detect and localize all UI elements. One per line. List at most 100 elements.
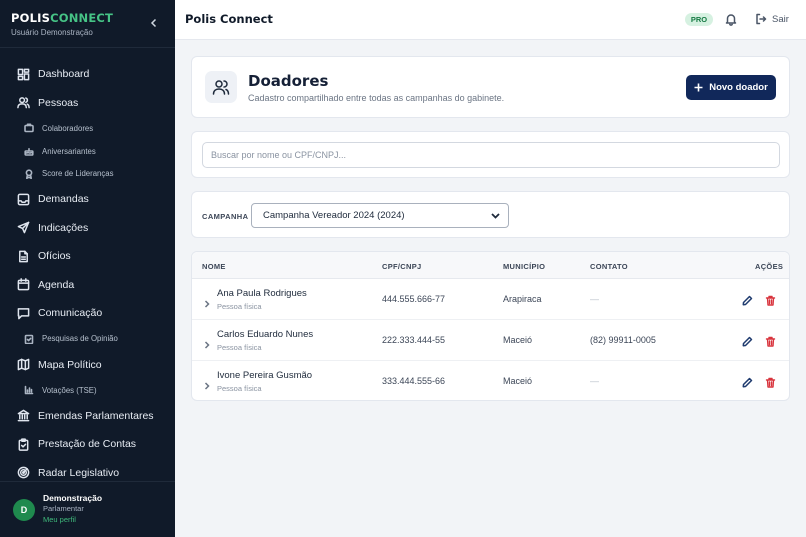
donor-contact: (82) 99911-0005	[590, 335, 656, 345]
award-icon	[24, 169, 34, 179]
donor-city: Maceió	[503, 376, 533, 386]
dashboard-icon	[16, 67, 30, 81]
column-header-doc[interactable]: CPF/CNPJ	[382, 262, 422, 271]
column-header-municipio[interactable]: MUNICÍPIO	[503, 262, 545, 271]
column-header-contato[interactable]: CONTATO	[590, 262, 628, 271]
cake-icon	[24, 146, 34, 156]
topbar: Polis Connect PRO Sair	[175, 0, 806, 40]
donor-doc: 333.444.555-66	[382, 376, 446, 386]
trash-icon[interactable]	[765, 334, 776, 352]
donor-doc: 222.333.444-55	[382, 335, 446, 345]
sidebar-item-mapa[interactable]: Mapa Político	[0, 350, 175, 379]
bell-icon[interactable]	[724, 12, 738, 26]
sidebar-item-indicacoes[interactable]: Indicações	[0, 214, 175, 243]
sidebar-item-dashboard[interactable]: Dashboard	[0, 60, 175, 89]
donor-city: Maceió	[503, 335, 533, 345]
file-icon	[16, 249, 30, 263]
logout-icon	[756, 13, 767, 25]
sidebar-item-pessoas[interactable]: Pessoas	[0, 89, 175, 118]
pencil-icon[interactable]	[742, 334, 753, 352]
sidebar-item-label: Comunicação	[38, 307, 103, 320]
user-role: Parlamentar	[43, 504, 84, 513]
sidebar-item-label: Score de Lideranças	[42, 169, 114, 179]
sidebar-item-label: Pesquisas de Opinião	[42, 334, 118, 344]
sidebar-item-label: Aniversariantes	[42, 146, 96, 156]
page-header-card: Doadores Cadastro compartilhado entre to…	[191, 56, 790, 118]
sidebar-subitem-pesquisas[interactable]: Pesquisas de Opinião	[0, 328, 175, 351]
sidebar-item-demandas[interactable]: Demandas	[0, 185, 175, 214]
sidebar-item-label: Ofícios	[38, 250, 71, 263]
sidebar-item-label: Radar Legislativo	[38, 466, 120, 479]
user-name: Demonstração	[43, 493, 103, 503]
sidebar-item-label: Prestação de Contas	[38, 438, 137, 451]
table-row[interactable]: Carlos Eduardo Nunes Pessoa física 222.3…	[192, 320, 789, 361]
sidebar-item-comunicacao[interactable]: Comunicação	[0, 299, 175, 328]
pencil-icon[interactable]	[742, 293, 753, 311]
campaign-selected-value: Campanha Vereador 2024 (2024)	[263, 210, 405, 221]
sidebar-subitem-colaboradores[interactable]: Colaboradores	[0, 117, 175, 140]
bank-icon	[16, 409, 30, 423]
donor-type: Pessoa física	[217, 384, 262, 393]
sidebar-item-label: Indicações	[38, 221, 89, 234]
table-row[interactable]: Ivone Pereira Gusmão Pessoa física 333.4…	[192, 361, 789, 402]
table-row[interactable]: Ana Paula Rodrigues Pessoa física 444.55…	[192, 279, 789, 320]
sidebar-item-agenda[interactable]: Agenda	[0, 271, 175, 300]
avatar[interactable]: D	[13, 499, 35, 521]
sidebar-item-label: Agenda	[38, 278, 75, 291]
brand-subtitle: Usuário Demonstração	[11, 28, 93, 37]
map-icon	[16, 358, 30, 372]
sidebar-subitem-aniversariantes[interactable]: Aniversariantes	[0, 140, 175, 163]
sidebar-nav: Dashboard Pessoas Colaboradores Aniversa…	[0, 48, 175, 487]
sidebar-subitem-score[interactable]: Score de Lideranças	[0, 162, 175, 185]
sidebar-item-label: Emendas Parlamentares	[38, 409, 154, 422]
send-icon	[16, 221, 30, 235]
chevron-right-icon[interactable]	[204, 377, 210, 395]
sidebar-item-label: Mapa Político	[38, 358, 102, 371]
sidebar-item-label: Dashboard	[38, 68, 90, 81]
column-header-nome[interactable]: NOME	[202, 262, 226, 271]
brand-header: POLISCONNECT Usuário Demonstração	[0, 0, 175, 48]
pencil-icon[interactable]	[742, 375, 753, 393]
campaign-filter-label: CAMPANHA	[202, 212, 249, 221]
clipboard-icon	[16, 437, 30, 451]
logout-label: Sair	[772, 13, 789, 25]
donor-type: Pessoa física	[217, 343, 262, 352]
user-panel: D Demonstração Parlamentar Meu perfil	[0, 481, 175, 537]
chevron-right-icon[interactable]	[204, 295, 210, 313]
donor-name: Ana Paula Rodrigues	[217, 288, 307, 299]
sidebar-item-emendas[interactable]: Emendas Parlamentares	[0, 401, 175, 430]
chevron-right-icon[interactable]	[204, 336, 210, 354]
calendar-icon	[16, 278, 30, 292]
page-title: Doadores	[248, 72, 329, 90]
sidebar-item-label: Pessoas	[38, 96, 79, 109]
donor-doc: 444.555.666-77	[382, 294, 446, 304]
sidebar-item-label: Colaboradores	[42, 123, 94, 133]
bar-chart-icon	[24, 385, 34, 395]
table-header: NOME CPF/CNPJ MUNICÍPIO CONTATO AÇÕES	[192, 252, 789, 279]
search-input[interactable]: Buscar por nome ou CPF/CNPJ...	[202, 142, 780, 168]
new-donor-label: Novo doador	[709, 82, 768, 93]
chevron-left-icon[interactable]	[149, 17, 159, 29]
sidebar-item-oficios[interactable]: Ofícios	[0, 242, 175, 271]
campaign-select[interactable]: Campanha Vereador 2024 (2024)	[251, 203, 509, 228]
page-subtitle: Cadastro compartilhado entre todas as ca…	[248, 93, 505, 103]
inbox-icon	[16, 192, 30, 206]
sidebar-subitem-votacoes[interactable]: Votações (TSE)	[0, 379, 175, 402]
profile-link[interactable]: Meu perfil	[43, 515, 102, 524]
users-icon	[16, 96, 30, 110]
clipboard-check-icon	[24, 334, 34, 344]
briefcase-icon	[24, 123, 34, 133]
donor-name: Carlos Eduardo Nunes	[217, 329, 314, 340]
trash-icon[interactable]	[765, 375, 776, 393]
column-header-acoes: AÇÕES	[755, 262, 784, 271]
sidebar-item-label: Votações (TSE)	[42, 385, 97, 395]
sidebar-item-prestacao[interactable]: Prestação de Contas	[0, 430, 175, 459]
logout-button[interactable]: Sair	[755, 13, 789, 25]
filter-card: CAMPANHA Campanha Vereador 2024 (2024)	[191, 191, 790, 238]
new-donor-button[interactable]: Novo doador	[686, 75, 776, 100]
donor-type: Pessoa física	[217, 302, 262, 311]
search-card: Buscar por nome ou CPF/CNPJ...	[191, 131, 790, 178]
radar-icon	[16, 466, 30, 480]
sidebar: POLISCONNECT Usuário Demonstração Dashbo…	[0, 0, 175, 537]
trash-icon[interactable]	[765, 293, 776, 311]
